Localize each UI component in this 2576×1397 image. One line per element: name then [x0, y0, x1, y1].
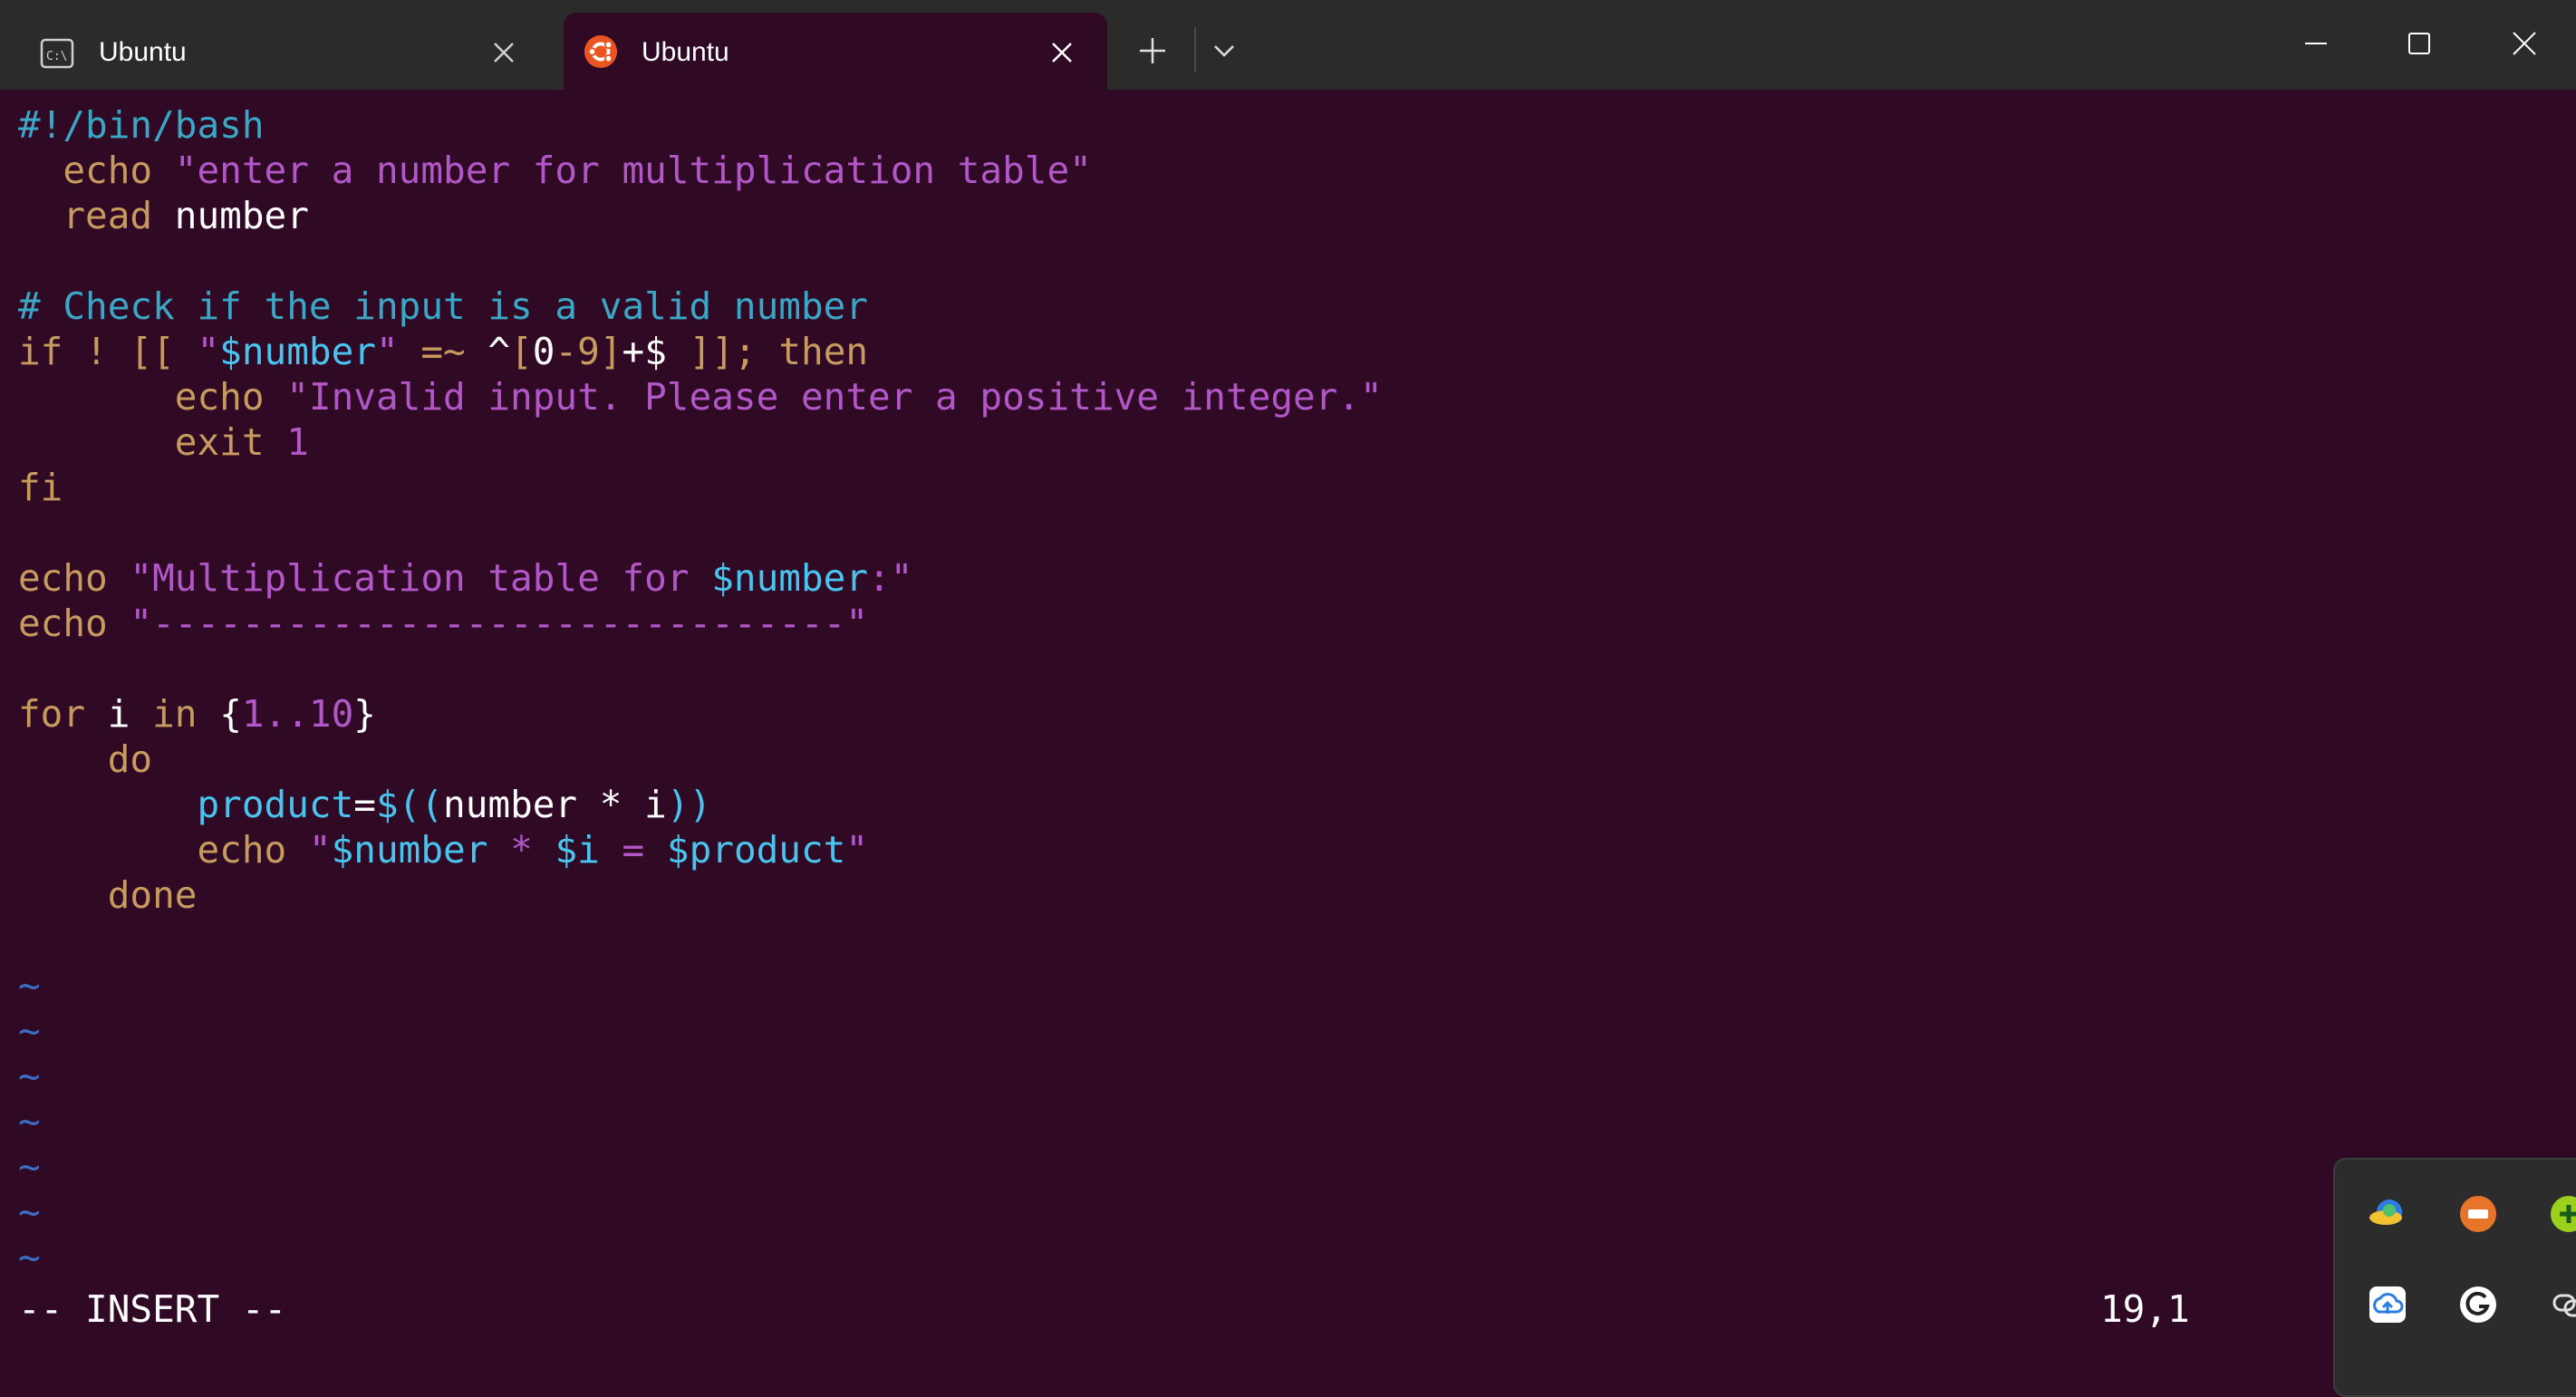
- code-token: =: [353, 783, 376, 826]
- code-token: $i: [555, 828, 600, 872]
- code-token: if ! [[: [18, 330, 198, 373]
- empty-line-tilde: ~: [18, 1055, 41, 1098]
- code-token: +$: [622, 330, 667, 373]
- code-line: echo "Multiplication table for $number:": [18, 555, 912, 601]
- empty-line-tilde: ~: [18, 1236, 41, 1279]
- code-token: )): [666, 783, 712, 826]
- code-line: #!/bin/bash: [18, 102, 265, 148]
- tray-overflow-popup: [2333, 1158, 2576, 1397]
- code-token: =: [599, 828, 667, 872]
- code-line: echo "-------------------------------": [18, 601, 868, 646]
- close-tab-icon[interactable]: [1047, 38, 1076, 67]
- code-line: echo "enter a number for multiplication …: [18, 148, 1092, 193]
- link-app-icon[interactable]: [2547, 1283, 2576, 1326]
- orange-app-icon[interactable]: [2456, 1192, 2500, 1236]
- code-token: in: [130, 692, 220, 736]
- code-token: =~: [398, 330, 488, 373]
- code-token: ]]; then: [666, 330, 869, 373]
- title-bar: C:\ Ubuntu Ubuntu: [0, 0, 2576, 90]
- close-tab-icon[interactable]: [489, 38, 518, 67]
- code-line: read number: [18, 193, 309, 238]
- code-token: *: [487, 828, 555, 872]
- code-token: for: [18, 692, 108, 736]
- empty-line-tilde: ~: [18, 1009, 41, 1053]
- empty-line-tilde: ~: [18, 1190, 41, 1234]
- code-token: i: [107, 692, 130, 736]
- code-token: ": [308, 828, 332, 872]
- tab-ubuntu-2[interactable]: Ubuntu: [564, 13, 1107, 90]
- code-line: do: [18, 737, 152, 782]
- code-token: echo: [18, 149, 175, 192]
- minimize-icon[interactable]: [2300, 27, 2332, 60]
- code-token: $number: [331, 828, 488, 872]
- code-token: $number: [219, 330, 376, 373]
- code-line: # Check if the input is a valid number: [18, 284, 868, 329]
- code-line: exit 1: [18, 419, 309, 465]
- code-token: :": [868, 556, 913, 600]
- code-token: number: [174, 194, 309, 237]
- code-token: exit: [18, 420, 287, 464]
- code-token: number * i: [443, 783, 667, 826]
- green-plus-icon[interactable]: [2547, 1192, 2576, 1236]
- cursor-position: 19,1: [2100, 1287, 2190, 1331]
- code-token: echo: [18, 375, 287, 419]
- tab-title: Ubuntu: [99, 37, 187, 67]
- code-line: product=$((number * i)): [18, 782, 711, 827]
- ubuntu-logo-icon: [584, 34, 618, 69]
- code-token: echo: [18, 602, 130, 645]
- code-token: echo: [18, 828, 309, 872]
- code-token: -9]: [555, 330, 622, 373]
- cloud-upload-icon[interactable]: [2366, 1283, 2409, 1326]
- code-token: fi: [18, 466, 63, 509]
- empty-line-tilde: ~: [18, 1145, 41, 1189]
- code-token: $number: [711, 556, 869, 600]
- empty-line-tilde: ~: [18, 1100, 41, 1143]
- code-token: "enter a number for multiplication table…: [174, 149, 1092, 192]
- code-token: 1..10: [241, 692, 354, 736]
- code-token: read: [18, 194, 175, 237]
- code-line: echo "$number * $i = $product": [18, 827, 868, 872]
- code-token: "Multiplication table for: [130, 556, 712, 600]
- code-line: fi: [18, 465, 63, 510]
- code-token: ": [197, 330, 220, 373]
- code-token: {: [219, 692, 242, 736]
- code-token: product: [18, 783, 354, 826]
- code-token: echo: [18, 556, 130, 600]
- code-line: echo "Invalid input. Please enter a posi…: [18, 374, 1383, 419]
- code-token: $product: [666, 828, 846, 872]
- code-token: ": [845, 828, 869, 872]
- empty-line-tilde: ~: [18, 964, 41, 1007]
- code-token: done: [18, 873, 198, 917]
- close-window-icon[interactable]: [2508, 27, 2541, 60]
- code-token: [: [510, 330, 533, 373]
- code-token: 0: [532, 330, 555, 373]
- tab-ubuntu-1[interactable]: C:\ Ubuntu: [13, 13, 549, 90]
- code-token: do: [18, 737, 153, 781]
- tab-separator: [1194, 27, 1196, 72]
- console-icon: C:\: [40, 38, 74, 69]
- code-line: done: [18, 872, 198, 918]
- code-token: # Check if the input is a valid number: [18, 284, 868, 328]
- code-token: ^: [487, 330, 511, 373]
- maximize-icon[interactable]: [2403, 27, 2436, 60]
- code-token: "-------------------------------": [130, 602, 868, 645]
- vim-mode-indicator: -- INSERT --: [18, 1287, 287, 1331]
- code-token: "Invalid input. Please enter a positive …: [286, 375, 1383, 419]
- svg-text:C:\: C:\: [46, 50, 67, 63]
- chevron-down-icon[interactable]: [1211, 40, 1238, 62]
- code-token: }: [353, 692, 376, 736]
- tab-title: Ubuntu: [642, 37, 729, 67]
- code-token: 1: [286, 420, 309, 464]
- code-token: $((: [375, 783, 444, 826]
- new-tab-plus-icon[interactable]: [1136, 34, 1169, 67]
- code-line: for i in {1..10}: [18, 691, 376, 737]
- grammarly-icon[interactable]: [2456, 1283, 2500, 1326]
- code-line: if ! [[ "$number" =~ ^[0-9]+$ ]]; then: [18, 329, 868, 374]
- code-token: ": [375, 330, 399, 373]
- globe-app-icon[interactable]: [2366, 1192, 2409, 1236]
- code-token: #!/bin/bash: [18, 103, 265, 147]
